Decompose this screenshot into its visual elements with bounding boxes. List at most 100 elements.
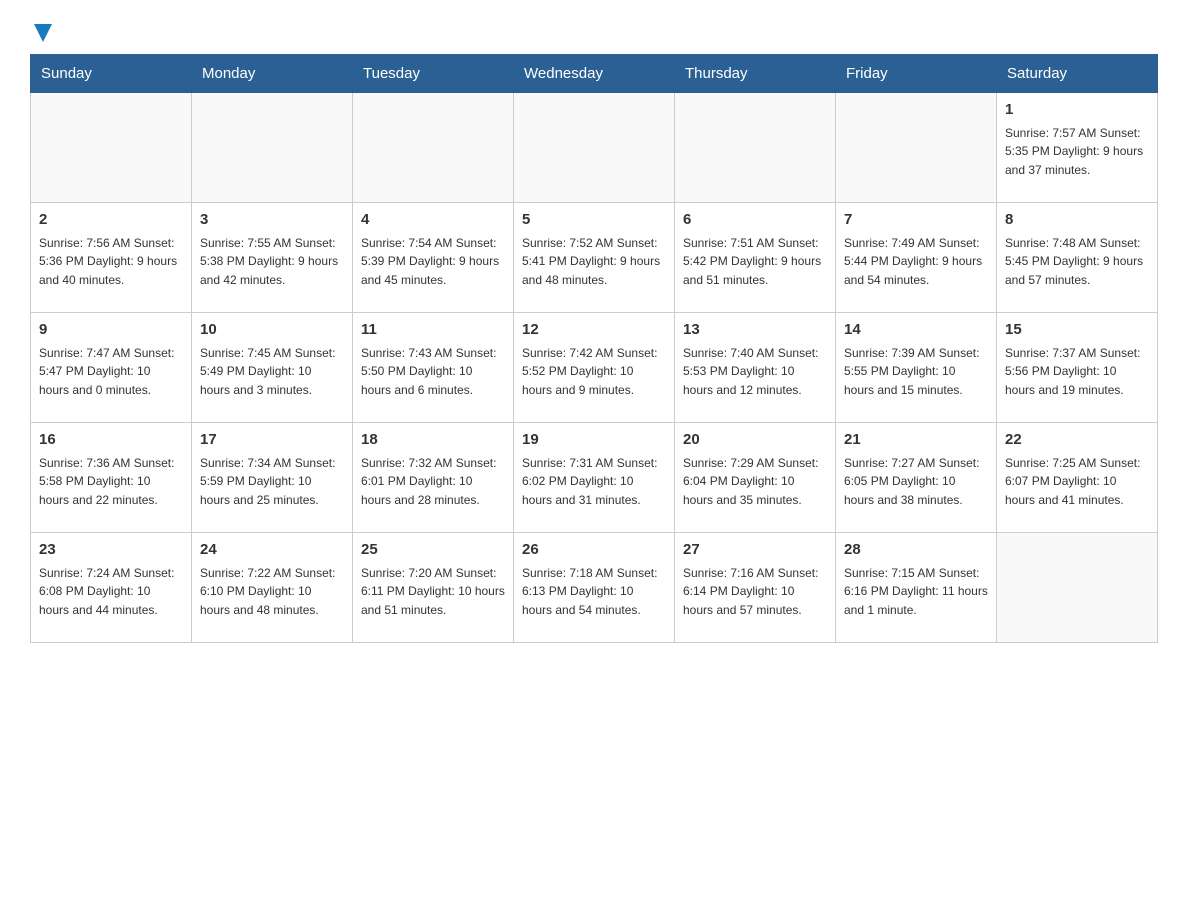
day-cell: 11Sunrise: 7:43 AM Sunset: 5:50 PM Dayli… <box>353 313 514 423</box>
day-info: Sunrise: 7:51 AM Sunset: 5:42 PM Dayligh… <box>683 234 827 290</box>
day-cell: 16Sunrise: 7:36 AM Sunset: 5:58 PM Dayli… <box>31 423 192 533</box>
day-info: Sunrise: 7:42 AM Sunset: 5:52 PM Dayligh… <box>522 344 666 400</box>
day-info: Sunrise: 7:32 AM Sunset: 6:01 PM Dayligh… <box>361 454 505 510</box>
day-info: Sunrise: 7:55 AM Sunset: 5:38 PM Dayligh… <box>200 234 344 290</box>
day-cell <box>836 93 997 203</box>
day-cell: 15Sunrise: 7:37 AM Sunset: 5:56 PM Dayli… <box>997 313 1158 423</box>
week-row-5: 23Sunrise: 7:24 AM Sunset: 6:08 PM Dayli… <box>31 533 1158 643</box>
day-cell: 12Sunrise: 7:42 AM Sunset: 5:52 PM Dayli… <box>514 313 675 423</box>
day-info: Sunrise: 7:22 AM Sunset: 6:10 PM Dayligh… <box>200 564 344 620</box>
day-cell <box>192 93 353 203</box>
day-info: Sunrise: 7:29 AM Sunset: 6:04 PM Dayligh… <box>683 454 827 510</box>
day-cell: 25Sunrise: 7:20 AM Sunset: 6:11 PM Dayli… <box>353 533 514 643</box>
day-info: Sunrise: 7:24 AM Sunset: 6:08 PM Dayligh… <box>39 564 183 620</box>
day-number: 19 <box>522 429 666 452</box>
day-number: 3 <box>200 209 344 232</box>
calendar-header-row: SundayMondayTuesdayWednesdayThursdayFrid… <box>31 55 1158 93</box>
day-number: 23 <box>39 539 183 562</box>
day-info: Sunrise: 7:47 AM Sunset: 5:47 PM Dayligh… <box>39 344 183 400</box>
day-info: Sunrise: 7:56 AM Sunset: 5:36 PM Dayligh… <box>39 234 183 290</box>
day-info: Sunrise: 7:25 AM Sunset: 6:07 PM Dayligh… <box>1005 454 1149 510</box>
day-cell: 1Sunrise: 7:57 AM Sunset: 5:35 PM Daylig… <box>997 93 1158 203</box>
day-number: 28 <box>844 539 988 562</box>
day-info: Sunrise: 7:16 AM Sunset: 6:14 PM Dayligh… <box>683 564 827 620</box>
day-cell <box>675 93 836 203</box>
day-cell: 21Sunrise: 7:27 AM Sunset: 6:05 PM Dayli… <box>836 423 997 533</box>
day-number: 25 <box>361 539 505 562</box>
day-info: Sunrise: 7:36 AM Sunset: 5:58 PM Dayligh… <box>39 454 183 510</box>
day-cell: 14Sunrise: 7:39 AM Sunset: 5:55 PM Dayli… <box>836 313 997 423</box>
day-number: 27 <box>683 539 827 562</box>
day-number: 20 <box>683 429 827 452</box>
day-cell: 10Sunrise: 7:45 AM Sunset: 5:49 PM Dayli… <box>192 313 353 423</box>
day-info: Sunrise: 7:49 AM Sunset: 5:44 PM Dayligh… <box>844 234 988 290</box>
day-number: 24 <box>200 539 344 562</box>
header-thursday: Thursday <box>675 55 836 93</box>
day-number: 26 <box>522 539 666 562</box>
day-info: Sunrise: 7:40 AM Sunset: 5:53 PM Dayligh… <box>683 344 827 400</box>
day-info: Sunrise: 7:37 AM Sunset: 5:56 PM Dayligh… <box>1005 344 1149 400</box>
day-number: 21 <box>844 429 988 452</box>
day-cell: 6Sunrise: 7:51 AM Sunset: 5:42 PM Daylig… <box>675 203 836 313</box>
day-cell: 28Sunrise: 7:15 AM Sunset: 6:16 PM Dayli… <box>836 533 997 643</box>
day-number: 8 <box>1005 209 1149 232</box>
day-number: 9 <box>39 319 183 342</box>
day-number: 18 <box>361 429 505 452</box>
day-number: 1 <box>1005 99 1149 122</box>
logo <box>30 20 52 44</box>
day-info: Sunrise: 7:27 AM Sunset: 6:05 PM Dayligh… <box>844 454 988 510</box>
day-cell: 26Sunrise: 7:18 AM Sunset: 6:13 PM Dayli… <box>514 533 675 643</box>
day-info: Sunrise: 7:45 AM Sunset: 5:49 PM Dayligh… <box>200 344 344 400</box>
day-number: 2 <box>39 209 183 232</box>
day-cell: 13Sunrise: 7:40 AM Sunset: 5:53 PM Dayli… <box>675 313 836 423</box>
day-cell: 20Sunrise: 7:29 AM Sunset: 6:04 PM Dayli… <box>675 423 836 533</box>
day-cell: 4Sunrise: 7:54 AM Sunset: 5:39 PM Daylig… <box>353 203 514 313</box>
day-info: Sunrise: 7:20 AM Sunset: 6:11 PM Dayligh… <box>361 564 505 620</box>
day-info: Sunrise: 7:52 AM Sunset: 5:41 PM Dayligh… <box>522 234 666 290</box>
day-number: 7 <box>844 209 988 232</box>
week-row-2: 2Sunrise: 7:56 AM Sunset: 5:36 PM Daylig… <box>31 203 1158 313</box>
day-cell: 2Sunrise: 7:56 AM Sunset: 5:36 PM Daylig… <box>31 203 192 313</box>
day-number: 13 <box>683 319 827 342</box>
day-number: 14 <box>844 319 988 342</box>
day-number: 10 <box>200 319 344 342</box>
day-number: 22 <box>1005 429 1149 452</box>
day-cell: 17Sunrise: 7:34 AM Sunset: 5:59 PM Dayli… <box>192 423 353 533</box>
calendar-table: SundayMondayTuesdayWednesdayThursdayFrid… <box>30 54 1158 643</box>
day-cell: 8Sunrise: 7:48 AM Sunset: 5:45 PM Daylig… <box>997 203 1158 313</box>
day-number: 12 <box>522 319 666 342</box>
day-cell <box>31 93 192 203</box>
header-tuesday: Tuesday <box>353 55 514 93</box>
header-wednesday: Wednesday <box>514 55 675 93</box>
day-number: 16 <box>39 429 183 452</box>
day-info: Sunrise: 7:48 AM Sunset: 5:45 PM Dayligh… <box>1005 234 1149 290</box>
day-cell: 27Sunrise: 7:16 AM Sunset: 6:14 PM Dayli… <box>675 533 836 643</box>
day-number: 5 <box>522 209 666 232</box>
day-number: 15 <box>1005 319 1149 342</box>
day-cell: 19Sunrise: 7:31 AM Sunset: 6:02 PM Dayli… <box>514 423 675 533</box>
day-info: Sunrise: 7:39 AM Sunset: 5:55 PM Dayligh… <box>844 344 988 400</box>
day-cell: 7Sunrise: 7:49 AM Sunset: 5:44 PM Daylig… <box>836 203 997 313</box>
day-cell: 23Sunrise: 7:24 AM Sunset: 6:08 PM Dayli… <box>31 533 192 643</box>
header-saturday: Saturday <box>997 55 1158 93</box>
header-sunday: Sunday <box>31 55 192 93</box>
day-cell: 18Sunrise: 7:32 AM Sunset: 6:01 PM Dayli… <box>353 423 514 533</box>
day-number: 11 <box>361 319 505 342</box>
day-cell <box>353 93 514 203</box>
day-cell <box>997 533 1158 643</box>
day-info: Sunrise: 7:18 AM Sunset: 6:13 PM Dayligh… <box>522 564 666 620</box>
day-number: 4 <box>361 209 505 232</box>
day-cell: 24Sunrise: 7:22 AM Sunset: 6:10 PM Dayli… <box>192 533 353 643</box>
day-cell: 5Sunrise: 7:52 AM Sunset: 5:41 PM Daylig… <box>514 203 675 313</box>
day-cell <box>514 93 675 203</box>
day-info: Sunrise: 7:15 AM Sunset: 6:16 PM Dayligh… <box>844 564 988 620</box>
header-friday: Friday <box>836 55 997 93</box>
day-info: Sunrise: 7:57 AM Sunset: 5:35 PM Dayligh… <box>1005 124 1149 180</box>
page-header <box>30 20 1158 44</box>
day-info: Sunrise: 7:43 AM Sunset: 5:50 PM Dayligh… <box>361 344 505 400</box>
day-info: Sunrise: 7:31 AM Sunset: 6:02 PM Dayligh… <box>522 454 666 510</box>
day-cell: 3Sunrise: 7:55 AM Sunset: 5:38 PM Daylig… <box>192 203 353 313</box>
week-row-1: 1Sunrise: 7:57 AM Sunset: 5:35 PM Daylig… <box>31 93 1158 203</box>
day-info: Sunrise: 7:34 AM Sunset: 5:59 PM Dayligh… <box>200 454 344 510</box>
week-row-3: 9Sunrise: 7:47 AM Sunset: 5:47 PM Daylig… <box>31 313 1158 423</box>
